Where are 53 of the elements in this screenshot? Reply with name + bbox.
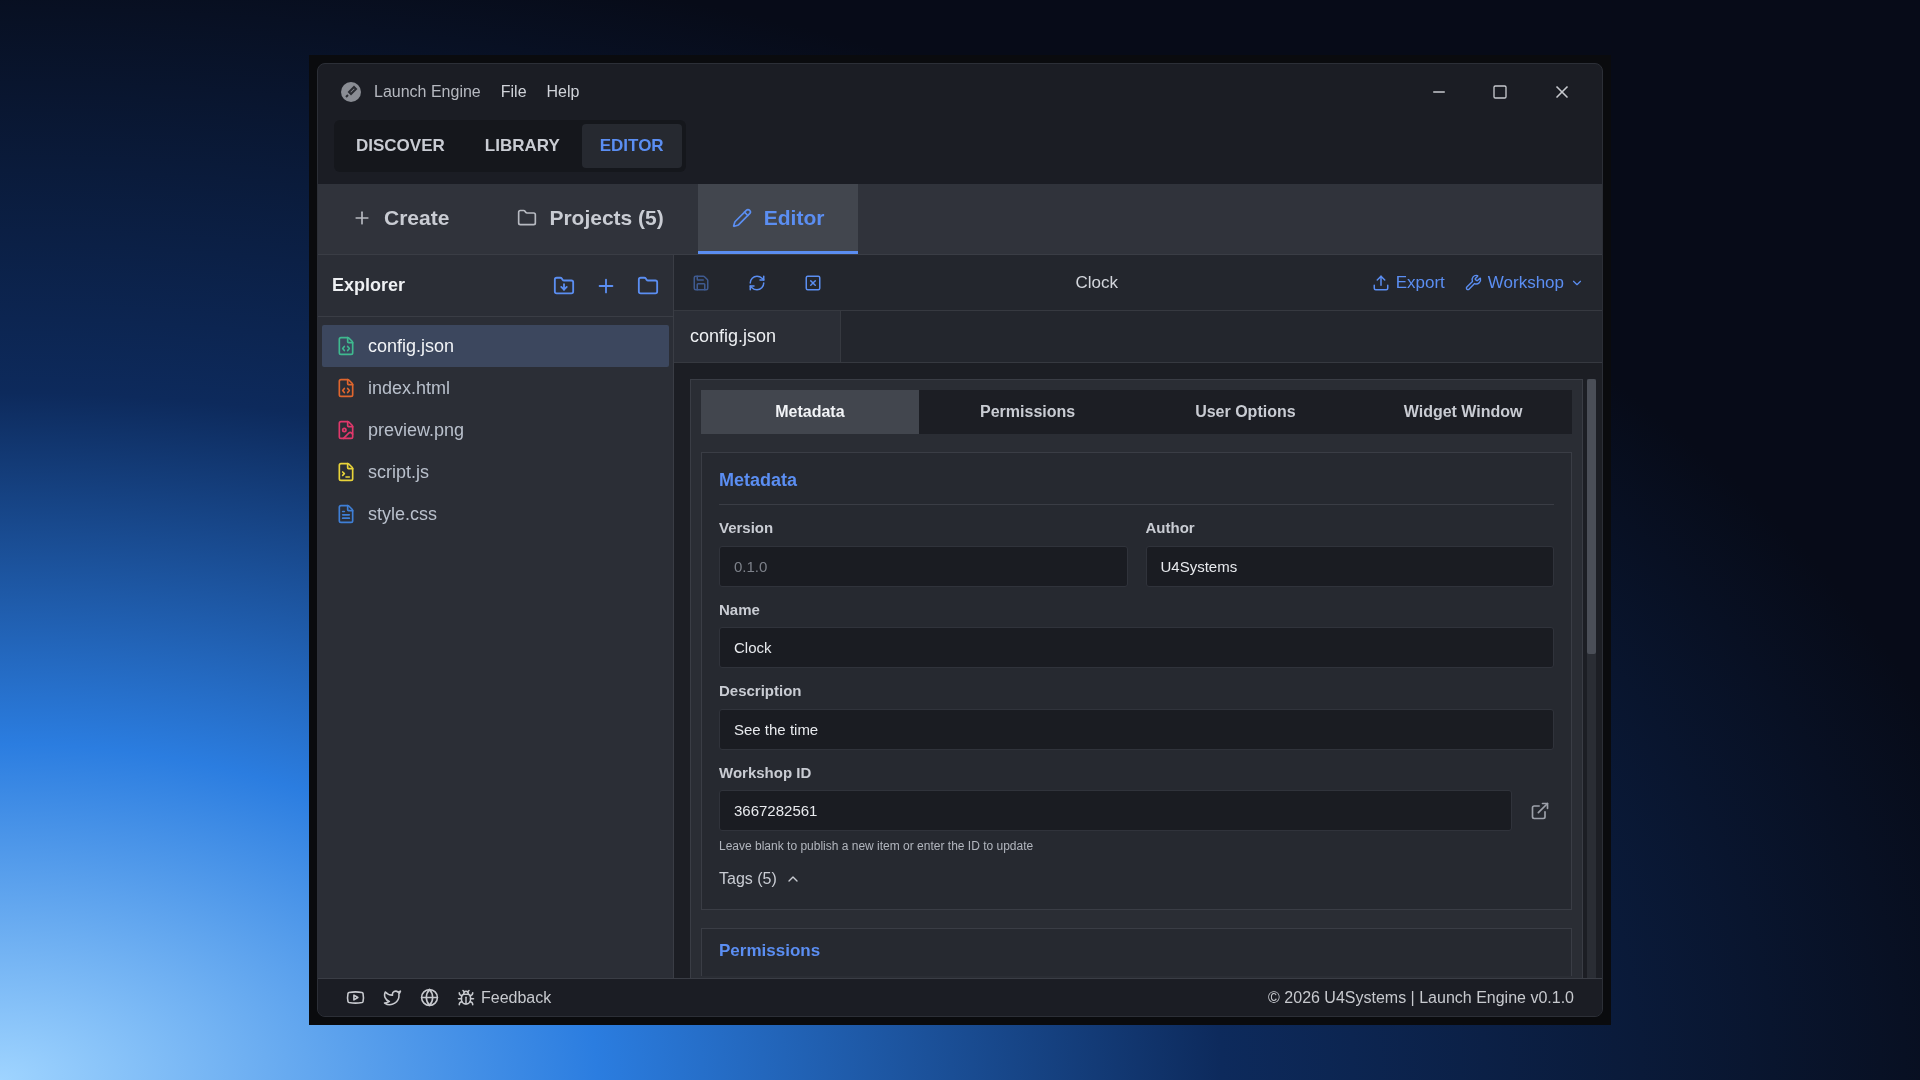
field-label: Author — [1145, 518, 1196, 538]
bird-icon[interactable] — [383, 988, 402, 1007]
field-label: Workshop ID — [719, 762, 813, 783]
explorer-title: Explorer — [332, 274, 406, 297]
text-field[interactable]: U4Systems — [1145, 545, 1554, 587]
project-title: Clock — [1075, 271, 1119, 294]
menu-item[interactable]: Help — [546, 80, 580, 104]
export-button[interactable]: Export — [1371, 269, 1445, 296]
close-file-icon[interactable] — [804, 273, 822, 292]
explorer-file[interactable]: config.json — [322, 325, 669, 367]
wrench-icon — [1464, 274, 1482, 291]
rocket-logo-icon — [340, 81, 362, 103]
window-title: Launch Engine — [374, 82, 481, 102]
workshop-button[interactable]: Workshop — [1464, 269, 1584, 296]
config-tab[interactable]: User Options — [1136, 390, 1355, 434]
tags-toggle[interactable]: Tags (5) — [719, 867, 801, 891]
main-tab[interactable]: DISCOVER — [338, 124, 463, 168]
section-heading: Metadata — [719, 467, 1554, 505]
feedback-button[interactable]: Feedback — [457, 985, 552, 1010]
copyright-text: © 2026 U4Systems | Launch Engine v0.1.0 — [1268, 987, 1574, 1008]
section-tab[interactable]: Create — [318, 184, 484, 254]
file-tab[interactable]: config.json — [674, 311, 841, 362]
explorer-file[interactable]: preview.png — [322, 409, 669, 451]
text-field[interactable]: 3667282561 — [719, 790, 1512, 831]
upload-icon — [1371, 273, 1390, 292]
pencil-icon — [731, 207, 752, 228]
maximize-icon[interactable] — [1492, 84, 1508, 100]
explorer-file[interactable]: script.js — [322, 451, 669, 493]
main-tab[interactable]: EDITOR — [581, 124, 682, 168]
explorer-file[interactable]: index.html — [322, 367, 669, 409]
field-label: Name — [719, 599, 761, 620]
field-hint: Leave blank to publish a new item or enter the ID to update — [719, 838, 1035, 855]
section-tab[interactable]: Projects (5) — [483, 184, 698, 254]
folder-icon[interactable] — [637, 274, 659, 297]
text-field[interactable]: Clock — [719, 627, 1554, 668]
external-link-icon[interactable] — [1530, 800, 1550, 821]
explorer-file[interactable]: style.css — [322, 493, 669, 535]
main-tab[interactable]: LIBRARY — [466, 124, 578, 168]
refresh-icon[interactable] — [748, 273, 766, 292]
globe-icon[interactable] — [420, 988, 439, 1007]
scrollbar[interactable] — [1587, 379, 1596, 978]
folder-icon — [517, 207, 538, 228]
import-icon[interactable] — [553, 274, 575, 297]
field-label: Description — [719, 681, 803, 701]
video-icon[interactable] — [346, 988, 365, 1007]
section-heading: Permissions — [719, 941, 821, 960]
field-label: Version — [719, 518, 775, 538]
config-tab[interactable]: Metadata — [701, 390, 919, 434]
config-tab[interactable]: Widget Window — [1354, 390, 1572, 434]
config-tab[interactable]: Permissions — [918, 390, 1137, 434]
bug-icon — [457, 988, 475, 1007]
menu-item[interactable]: File — [500, 80, 527, 104]
text-field[interactable]: See the time — [719, 708, 1554, 750]
